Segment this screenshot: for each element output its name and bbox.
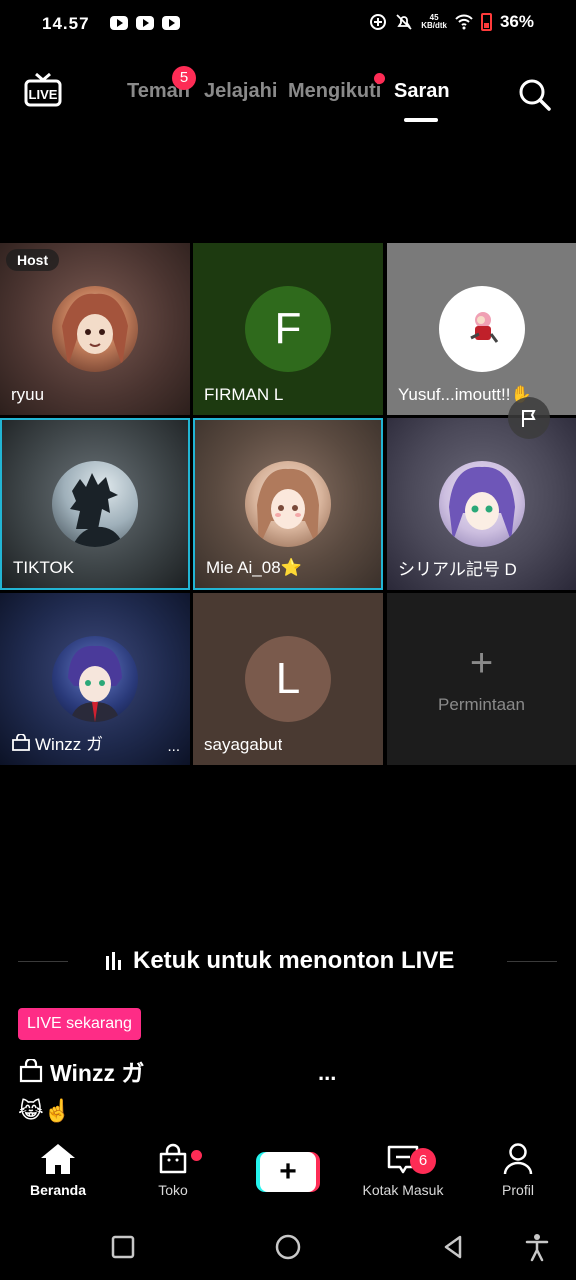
profile-icon [503, 1143, 533, 1175]
create-button[interactable]: + [256, 1152, 320, 1192]
tab-jelajahi[interactable]: Jelajahi [204, 80, 277, 103]
purple-hair-boy-avatar [52, 636, 138, 722]
divider-right [507, 961, 557, 962]
bottom-navigation: Beranda Toko + Kotak Masuk 6 Profil [0, 1140, 576, 1216]
nav-home[interactable]: Beranda [8, 1140, 108, 1198]
search-icon[interactable] [516, 76, 552, 112]
tap-to-watch-live[interactable]: Ketuk untuk menonton LIVE [106, 947, 454, 975]
live-now-badge: LIVE sekarang [18, 1008, 141, 1040]
flag-icon [522, 410, 536, 427]
live-room-card[interactable]: Host ryuu [0, 243, 190, 415]
battery-level: 36% [499, 12, 534, 31]
nav-shop-dot [191, 1150, 202, 1161]
shop-bag-icon [159, 1143, 187, 1174]
room-host-name: FIRMAN L [204, 385, 284, 404]
status-time: 14.57 [42, 14, 90, 33]
home-icon [41, 1144, 75, 1174]
host-badge: Host [6, 249, 60, 271]
battery-icon [480, 13, 492, 31]
brown-hair-girl-avatar [245, 461, 331, 547]
room-host-name: Winzz ガ [11, 730, 103, 755]
status-bar: 14.57 45 KB/dtk 36% [0, 0, 576, 48]
anime-girl-avatar [52, 286, 138, 372]
tab-saran[interactable]: Saran [394, 80, 450, 103]
sakura-avatar [438, 286, 525, 372]
mute-bell-icon [396, 14, 412, 30]
youtube-notification-icon [110, 16, 128, 30]
youtube-notification-icon [162, 16, 180, 30]
create-plus-icon: + [260, 1152, 316, 1192]
live-host-more: ... [318, 1060, 337, 1085]
back-icon[interactable] [438, 1232, 468, 1262]
nav-inbox-label: Kotak Masuk [362, 1182, 444, 1198]
divider-left [18, 961, 68, 962]
shop-bag-icon [19, 1059, 43, 1083]
wifi-icon [455, 14, 473, 30]
live-room-card[interactable]: Mie Ai_08⭐ [193, 418, 383, 590]
tab-mengikuti[interactable]: Mengikuti [288, 80, 381, 103]
nav-inbox[interactable]: Kotak Masuk [353, 1140, 453, 1198]
recent-apps-icon[interactable] [108, 1232, 138, 1262]
inbox-badge: 6 [410, 1148, 436, 1174]
tap-to-watch-label: Ketuk untuk menonton LIVE [133, 947, 455, 974]
live-host-name[interactable]: Winzz ガ [18, 1054, 144, 1088]
live-room-card[interactable]: TIKTOK [0, 418, 190, 590]
tab-teman-badge: 5 [172, 66, 196, 90]
report-flag-button[interactable] [508, 397, 550, 439]
data-saver-icon [370, 14, 387, 30]
live-room-card[interactable]: シリアル記号 D [387, 418, 576, 590]
initial-avatar: F [245, 286, 331, 372]
plus-icon: + [469, 641, 494, 685]
request-label: Permintaan [438, 695, 525, 714]
svg-text:LIVE: LIVE [29, 87, 58, 102]
live-room-card[interactable]: Yusuf...imoutt!!✋ [387, 243, 576, 415]
room-host-name: sayagabut [204, 735, 283, 754]
nav-profile-label: Profil [502, 1182, 534, 1198]
system-navigation [0, 1216, 576, 1280]
more-text: ... [167, 738, 180, 755]
live-room-grid: Host ryuu F FIRMAN L Yusuf...imoutt!!✋ T… [0, 243, 576, 766]
youtube-notification-icon [136, 16, 154, 30]
room-host-name: ryuu [11, 385, 45, 404]
shop-bag-icon [12, 733, 30, 751]
dark-silhouette-avatar [52, 461, 138, 547]
request-card[interactable]: + Permintaan [387, 593, 576, 765]
room-host-name: Yusuf...imoutt!!✋ [398, 385, 532, 404]
top-navigation: LIVE Teman 5 Jelajahi Mengikuti Saran [0, 60, 576, 130]
live-room-card[interactable]: F FIRMAN L [193, 243, 383, 415]
initial-avatar: L [245, 636, 331, 722]
tab-mengikuti-dot [374, 73, 385, 84]
home-circle-icon[interactable] [273, 1232, 303, 1262]
room-host-name: TIKTOK [13, 558, 75, 577]
audio-bars-icon [106, 952, 121, 970]
nav-shop[interactable]: Toko [123, 1140, 223, 1198]
network-speed: 45 KB/dtk [421, 13, 447, 30]
nav-profile[interactable]: Profil [468, 1140, 568, 1198]
nav-home-label: Beranda [29, 1182, 87, 1198]
live-host-emoji: 😹☝️ [18, 1098, 72, 1123]
live-room-card[interactable]: Winzz ガ ... [0, 593, 190, 765]
live-tv-icon[interactable]: LIVE [24, 72, 62, 108]
active-tab-indicator [404, 118, 438, 122]
room-host-name: Mie Ai_08⭐ [206, 558, 302, 577]
live-room-card[interactable]: L sayagabut [193, 593, 383, 765]
accessibility-icon[interactable] [522, 1232, 552, 1262]
room-host-name: シリアル記号 D [398, 560, 517, 579]
purple-hair-girl-avatar [438, 461, 525, 547]
nav-shop-label: Toko [158, 1182, 188, 1198]
